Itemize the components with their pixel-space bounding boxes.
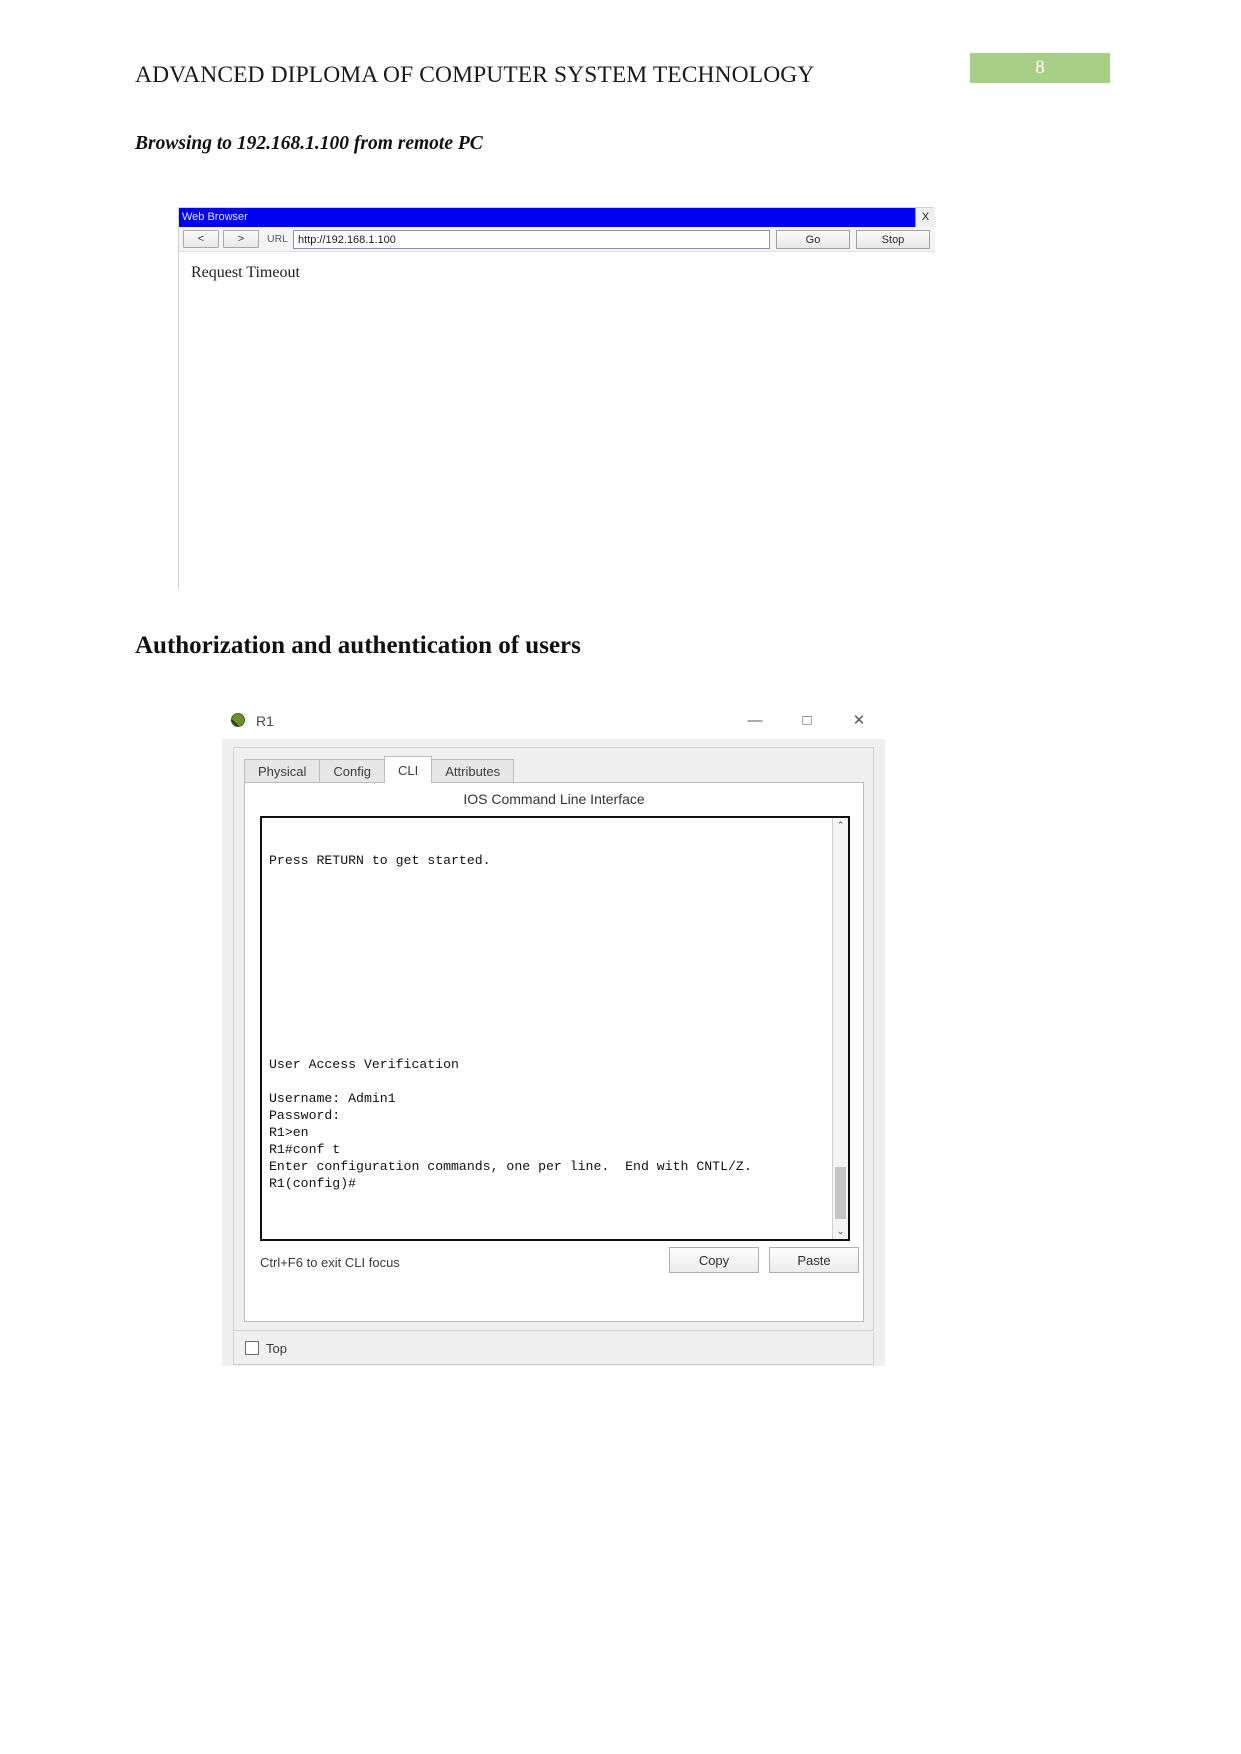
top-checkbox-label: Top: [266, 1340, 287, 1356]
cli-scrollbar[interactable]: ⌃ ⌄: [832, 818, 848, 1239]
browser-page-message: Request Timeout: [191, 264, 300, 281]
browser-toolbar: < > URL http://192.168.1.100 Go Stop: [179, 227, 935, 252]
go-button[interactable]: Go: [776, 229, 850, 249]
cli-line: R1(config)#: [269, 1176, 357, 1191]
cli-panel: IOS Command Line Interface Press RETURN …: [244, 782, 864, 1322]
forward-button[interactable]: >: [223, 230, 259, 248]
pt-titlebar: R1 — □ ✕: [222, 703, 885, 739]
cli-panel-title: IOS Command Line Interface: [463, 791, 645, 807]
url-label: URL: [267, 233, 289, 245]
top-checkbox[interactable]: [245, 1341, 259, 1355]
cli-line: [269, 1039, 828, 1056]
tab-config[interactable]: Config: [319, 759, 385, 783]
router-icon: [230, 712, 248, 730]
scrollbar-thumb[interactable]: [835, 1167, 846, 1219]
cli-line: Enter configuration commands, one per li…: [269, 1159, 752, 1174]
pt-footer: Top: [233, 1332, 874, 1365]
pt-window-title: R1: [256, 713, 274, 729]
cli-line: [269, 954, 828, 971]
scroll-up-icon[interactable]: ⌃: [833, 818, 848, 833]
tab-cli[interactable]: CLI: [384, 756, 433, 783]
browser-content-area: Request Timeout: [179, 253, 935, 590]
cli-line: [269, 1022, 828, 1039]
pt-body: Physical Config CLI Attributes IOS Comma…: [233, 747, 874, 1331]
pt-tab-bar: Physical Config CLI Attributes: [244, 756, 515, 783]
cli-line: Password:: [269, 1108, 341, 1123]
cli-terminal[interactable]: Press RETURN to get started. User Access …: [260, 816, 850, 1241]
cli-line: [269, 869, 828, 886]
cli-line: [269, 1073, 828, 1090]
cli-line: Press RETURN to get started.: [269, 853, 491, 868]
web-browser-window: Web Browser X < > URL http://192.168.1.1…: [178, 207, 935, 590]
cli-line: [269, 971, 828, 988]
tab-attributes[interactable]: Attributes: [431, 759, 515, 783]
close-icon[interactable]: X: [915, 208, 935, 227]
cli-line: User Access Verification: [269, 1057, 459, 1072]
cli-line: [269, 920, 828, 937]
page-number-badge: 8: [970, 53, 1110, 83]
section-title: Authorization and authentication of user…: [135, 632, 581, 659]
cli-line: [269, 1005, 828, 1022]
browser-titlebar: Web Browser X: [179, 208, 935, 227]
maximize-icon[interactable]: □: [781, 703, 833, 739]
cli-line: [269, 818, 828, 835]
tab-physical[interactable]: Physical: [244, 759, 321, 783]
document-header-title: ADVANCED DIPLOMA OF COMPUTER SYSTEM TECH…: [135, 62, 815, 88]
stop-button[interactable]: Stop: [856, 229, 930, 249]
window-controls: — □ ✕: [729, 703, 885, 739]
copy-button[interactable]: Copy: [669, 1247, 759, 1273]
minimize-icon[interactable]: —: [729, 703, 781, 739]
packet-tracer-device-window: R1 — □ ✕ Physical Config CLI Attributes …: [222, 703, 885, 1366]
cli-focus-hint: Ctrl+F6 to exit CLI focus: [260, 1255, 400, 1270]
cli-line: [269, 886, 828, 903]
cli-line: Username: Admin1: [269, 1091, 396, 1106]
paste-button[interactable]: Paste: [769, 1247, 859, 1273]
cli-line: [269, 903, 828, 920]
back-button[interactable]: <: [183, 230, 219, 248]
window-right-edge: [874, 739, 885, 1366]
cli-line: [269, 988, 828, 1005]
cli-terminal-text: Press RETURN to get started. User Access …: [269, 818, 828, 1239]
url-input[interactable]: http://192.168.1.100: [293, 229, 770, 249]
browser-window-title: Web Browser: [182, 211, 248, 223]
close-icon[interactable]: ✕: [833, 703, 885, 739]
scroll-down-icon[interactable]: ⌄: [833, 1224, 848, 1239]
cli-line: R1#conf t: [269, 1142, 341, 1157]
cli-line: R1>en: [269, 1125, 309, 1140]
cli-line: [269, 937, 828, 954]
cli-line: [269, 835, 828, 852]
subsection-title: Browsing to 192.168.1.100 from remote PC: [135, 133, 483, 154]
